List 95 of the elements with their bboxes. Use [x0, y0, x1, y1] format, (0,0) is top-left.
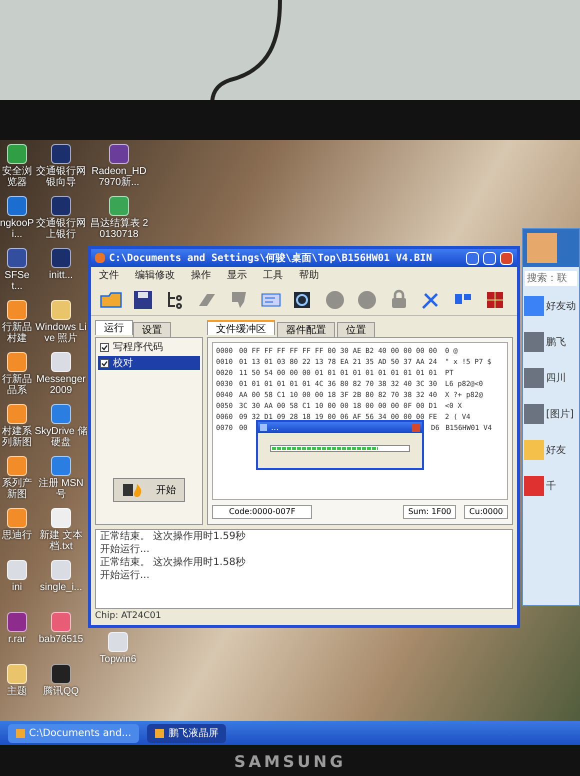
shortcut-label: Topwin6 — [100, 654, 136, 665]
window-title: C:\Documents and Settings\何骏\桌面\Top\B156HW01 V4.BIN — [109, 252, 432, 266]
log-line: 正常结束。 这次操作用时1.59秒 — [100, 530, 246, 543]
avatar-placeholder — [524, 332, 544, 352]
contact-item[interactable]: 好友 — [523, 434, 579, 466]
desktop-shortcut[interactable]: Windows Live 照片 — [34, 300, 88, 346]
shortcut-label: ngkooPi... — [0, 218, 34, 240]
shortcut-label: Windows Live 照片 — [34, 322, 88, 344]
taskbar-button[interactable]: 鹏飞液晶屏 — [147, 724, 226, 742]
shortcut-label: 昌达结算表 20130718 — [88, 218, 150, 240]
start-button[interactable]: 开始 — [113, 478, 185, 502]
menu-item[interactable]: 显示 — [227, 268, 247, 283]
shortcut-label: single_i... — [40, 582, 82, 593]
dialog-title: ... — [271, 424, 279, 432]
desktop-shortcut[interactable]: Messenger 2009 — [34, 352, 88, 398]
shortcut-label: 思迪行 — [2, 530, 32, 541]
app-icon — [95, 253, 105, 263]
contact-item[interactable]: 好友动 — [523, 290, 579, 322]
desktop-shortcut[interactable]: single_i... — [34, 560, 88, 606]
shortcut-label: 系列产新图 — [1, 478, 33, 500]
contact-item[interactable]: 千 — [523, 470, 579, 502]
desktop-shortcut[interactable]: 交通银行网银向导 — [34, 144, 88, 190]
shortcut-label: 交通银行网银向导 — [35, 166, 87, 188]
code-range-field: Code:0000-007F — [212, 505, 312, 519]
shortcut-label: 注册 MSN 号 — [38, 478, 84, 500]
shortcut-label: SkyDrive 储硬盘 — [34, 426, 88, 448]
shortcut-label: Messenger 2009 — [35, 374, 87, 396]
menu-item[interactable]: 文件 — [99, 268, 119, 283]
shortcut-label: 行新品村建 — [1, 322, 33, 344]
desktop-shortcut[interactable]: 注册 MSN 号 — [34, 456, 88, 502]
step-item[interactable]: 校对 — [98, 356, 200, 370]
shortcut-label: 主题 — [7, 686, 27, 697]
menu-item[interactable]: 编辑修改 — [135, 268, 175, 283]
desktop-shortcut[interactable]: 行新品品系 — [0, 352, 34, 398]
shortcut-label: 安全浏览器 — [1, 166, 33, 188]
contact-item[interactable]: 鹏飞 — [523, 326, 579, 358]
taskbar-button[interactable]: C:\Documents and... — [8, 724, 140, 742]
avatar-placeholder — [524, 476, 544, 496]
desktop-shortcut[interactable]: 村建系列新图 — [0, 404, 34, 450]
shortcut-label: initt... — [49, 270, 73, 281]
desktop-shortcut[interactable]: ini — [0, 560, 34, 606]
desktop-shortcut[interactable]: 行新品村建 — [0, 300, 34, 346]
step-item[interactable]: 写程序代码 — [98, 340, 200, 354]
desktop-shortcut[interactable]: SFSet... — [0, 248, 34, 294]
buffer-tab[interactable]: 文件缓冲区 — [207, 320, 275, 335]
desktop-shortcut[interactable]: SkyDrive 储硬盘 — [34, 404, 88, 450]
desktop-shortcut[interactable]: 交通银行网上银行 — [34, 196, 88, 242]
desktop-shortcut[interactable]: ngkooPi... — [0, 196, 34, 242]
shortcut-label: 交通银行网上银行 — [35, 218, 87, 240]
log-line: 开始运行... — [100, 543, 151, 556]
desktop-shortcut[interactable]: initt... — [34, 248, 88, 294]
avatar-placeholder — [527, 233, 557, 263]
shortcut-label: Radeon_HD 7970新... — [90, 166, 148, 188]
checkbox[interactable] — [100, 342, 109, 352]
desktop-shortcut[interactable]: 思迪行 — [0, 508, 34, 554]
brand-logo: SAMSUNG — [234, 751, 346, 773]
shortcut-label: ini — [12, 582, 22, 593]
avatar-placeholder — [524, 368, 544, 388]
menu-item[interactable]: 帮助 — [299, 268, 319, 283]
dialog-icon — [260, 424, 267, 431]
minimize-button[interactable] — [466, 252, 479, 264]
shortcut-label: r.rar — [8, 634, 26, 645]
buffer-tab[interactable]: 器件配置 — [277, 322, 335, 337]
status-text: Chip: AT24C01 — [95, 610, 162, 624]
contact-item[interactable]: 四川 — [523, 362, 579, 394]
desktop-shortcut[interactable]: 昌达结算表 20130718 — [88, 196, 150, 242]
menu-item[interactable]: 操作 — [191, 268, 211, 283]
contact-item[interactable]: [图片] — [523, 398, 579, 430]
avatar-placeholder — [524, 404, 544, 424]
desktop-shortcut[interactable]: r.rar — [0, 612, 34, 658]
cu-field: Cu:0000 — [464, 505, 508, 519]
maximize-button[interactable] — [483, 252, 496, 264]
panel-tab[interactable]: 运行 — [95, 320, 133, 335]
desktop-shortcut[interactable]: 系列产新图 — [0, 456, 34, 502]
shortcut-label: 腾讯QQ — [43, 686, 79, 697]
avatar-placeholder — [524, 440, 544, 460]
shortcut-label: 行新品品系 — [1, 374, 33, 396]
panel-tab[interactable]: 设置 — [133, 322, 171, 337]
search-field[interactable]: 搜索：联 — [525, 271, 577, 286]
desktop-shortcut[interactable]: Radeon_HD 7970新... — [88, 144, 150, 190]
menu-item[interactable]: 工具 — [263, 268, 283, 283]
desktop-shortcut[interactable]: 主题 — [0, 664, 34, 710]
shortcut-label: SFSet... — [3, 270, 30, 292]
desktop-shortcut[interactable]: 新建 文本档.txt — [34, 508, 88, 554]
chip-flame-icon — [122, 482, 144, 498]
sum-field: Sum: 1F00 — [403, 505, 456, 519]
shortcut-label: 新建 文本档.txt — [38, 530, 84, 552]
shortcut-label: 村建系列新图 — [1, 426, 33, 448]
checkbox[interactable] — [100, 358, 109, 368]
log-line: 开始运行... — [100, 569, 151, 582]
desktop-shortcut[interactable]: 安全浏览器 — [0, 144, 34, 190]
log-line: 正常结束。 这次操作用时1.58秒 — [100, 556, 246, 569]
buffer-tab[interactable]: 位置 — [337, 322, 375, 337]
shortcut-label: bab76515 — [38, 634, 84, 645]
close-button[interactable] — [500, 252, 513, 264]
